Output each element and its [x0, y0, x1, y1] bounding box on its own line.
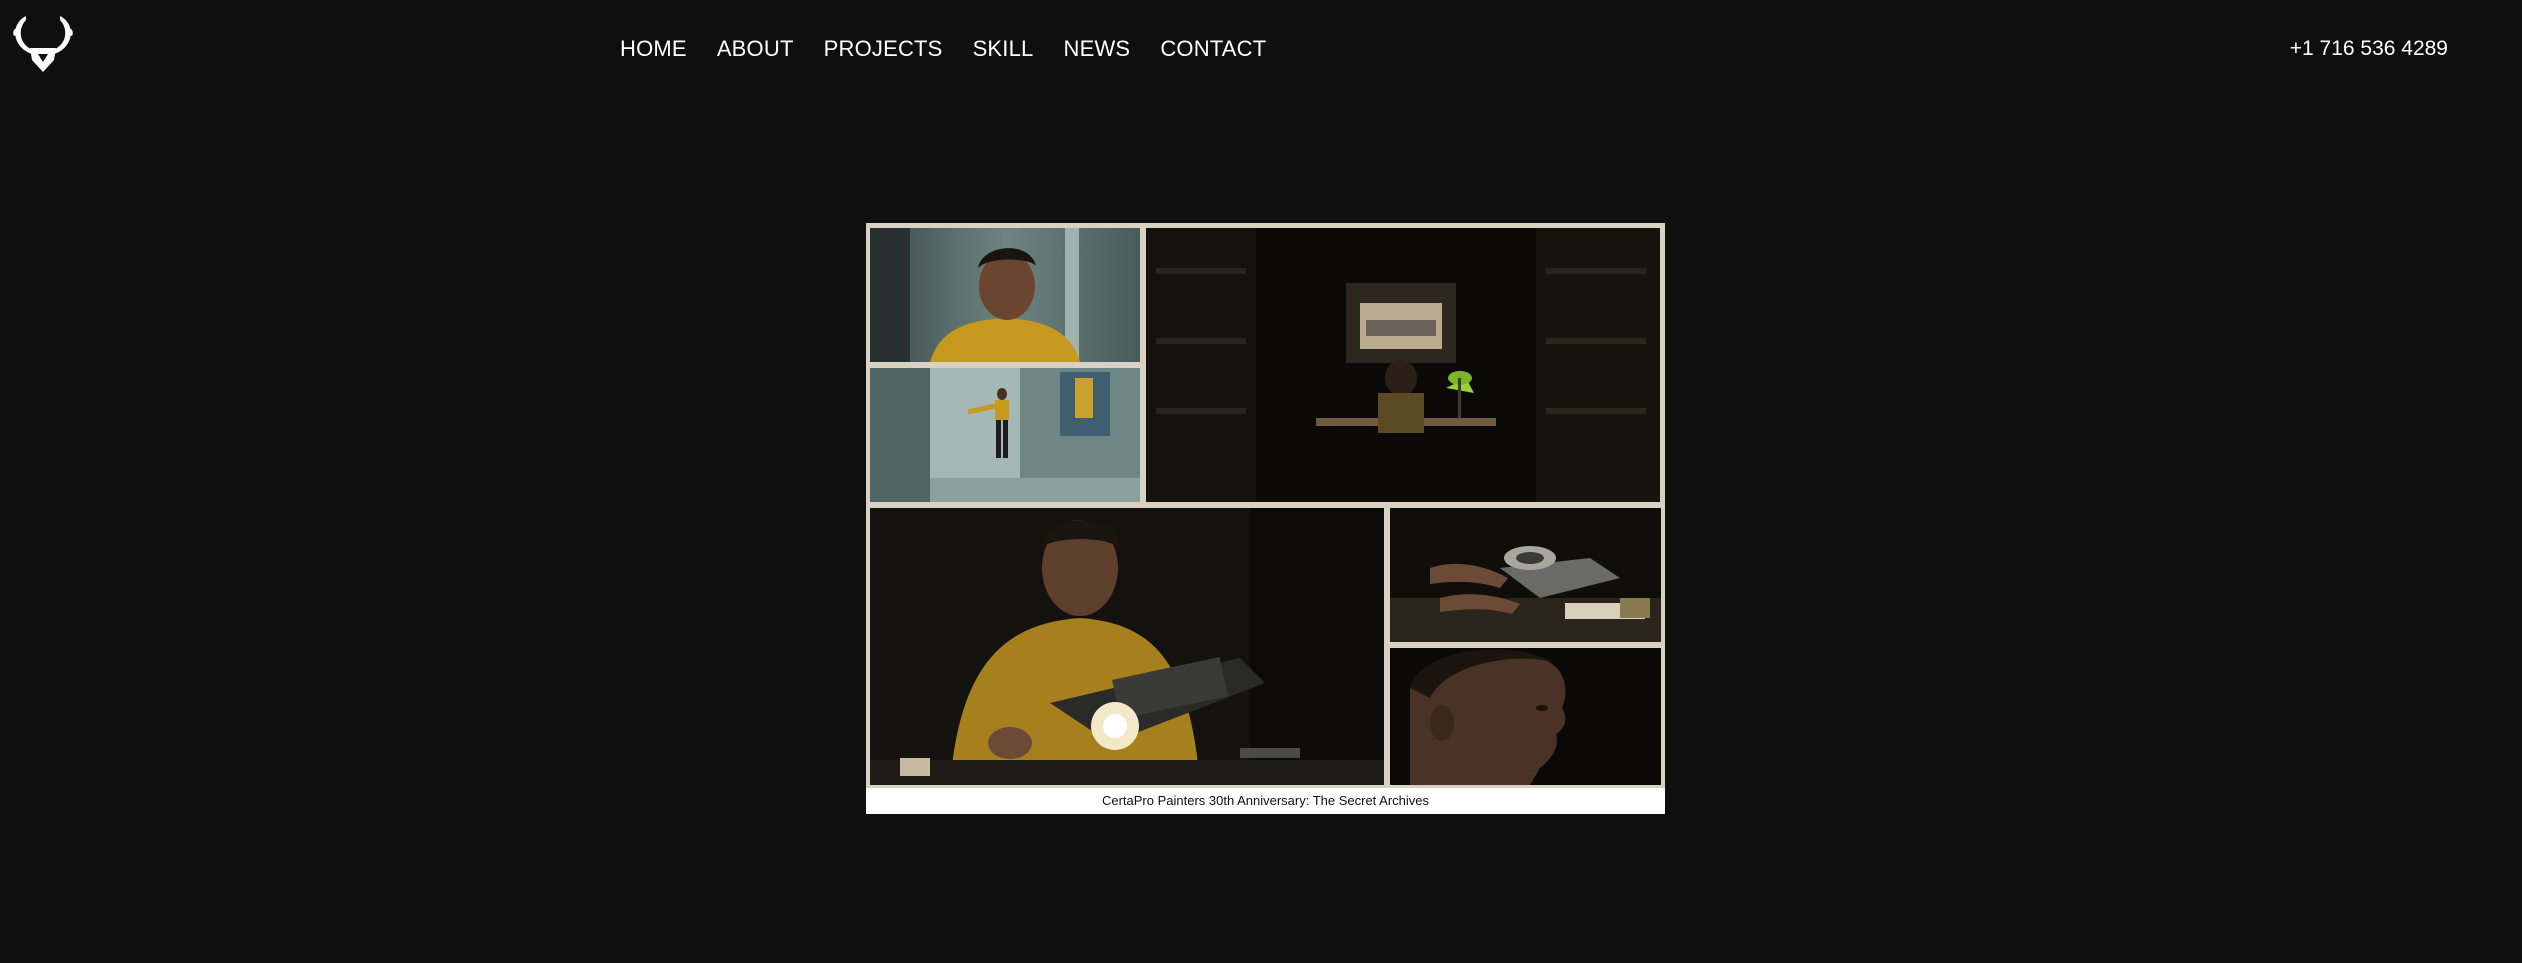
nav-news[interactable]: NEWS	[1064, 34, 1131, 64]
phone-link[interactable]: +1 716 536 4289	[2290, 34, 2448, 64]
man-with-projector-image	[870, 508, 1384, 785]
nav-projects[interactable]: PROJECTS	[824, 34, 943, 64]
man-in-hallway-image	[870, 368, 1140, 502]
nav-skill[interactable]: SKILL	[973, 34, 1034, 64]
main-nav: HOME ABOUT PROJECTS SKILL NEWS CONTACT	[620, 34, 1296, 64]
archive-room-desk-image	[1146, 228, 1660, 502]
site-header: HOME ABOUT PROJECTS SKILL NEWS CONTACT +…	[0, 0, 2522, 100]
nav-contact[interactable]: CONTACT	[1160, 34, 1266, 64]
man-yellow-shirt-closeup-image	[870, 228, 1140, 362]
hands-on-film-reel-image	[1390, 508, 1661, 642]
face-profile-closeup-image	[1390, 648, 1661, 785]
project-collage[interactable]	[866, 223, 1665, 788]
nav-about[interactable]: ABOUT	[717, 34, 794, 64]
antlers-logo-icon[interactable]	[8, 10, 78, 76]
project-caption[interactable]: CertaPro Painters 30th Anniversary: The …	[866, 788, 1665, 814]
project-card[interactable]: CertaPro Painters 30th Anniversary: The …	[866, 223, 1665, 814]
nav-home[interactable]: HOME	[620, 34, 687, 64]
